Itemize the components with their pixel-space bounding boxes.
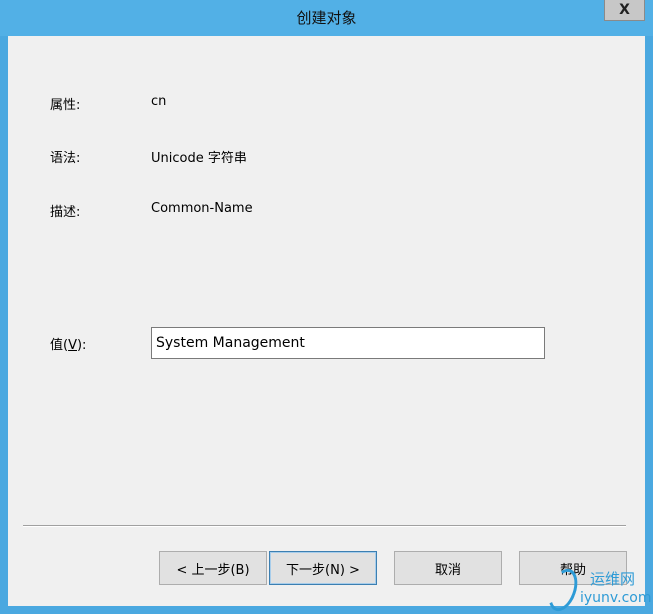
cancel-button[interactable]: 取消 bbox=[394, 551, 502, 585]
value-label-accelerator: V bbox=[68, 338, 77, 353]
description-value: Common-Name bbox=[151, 201, 253, 216]
back-button[interactable]: < 上一步(B) bbox=[159, 551, 267, 585]
description-label: 描述: bbox=[50, 205, 81, 220]
syntax-value: Unicode 字符串 bbox=[151, 151, 247, 166]
next-button[interactable]: 下一步(N) > bbox=[269, 551, 377, 585]
attribute-label: 属性: bbox=[50, 98, 81, 113]
syntax-label: 语法: bbox=[50, 151, 81, 166]
watermark-name: 运维网 bbox=[590, 570, 636, 588]
watermark-url: iyunv.com bbox=[580, 590, 652, 606]
dialog-body: 属性: cn 语法: Unicode 字符串 描述: Common-Name 值… bbox=[8, 36, 645, 606]
value-input[interactable] bbox=[151, 327, 545, 359]
value-label-suffix: ): bbox=[76, 338, 87, 353]
watermark-logo-icon bbox=[543, 564, 583, 615]
title-bar[interactable]: 创建对象 X bbox=[0, 0, 653, 36]
site-watermark: 运维网 iyunv.com bbox=[543, 560, 653, 615]
dialog-window: 创建对象 X 属性: cn 语法: Unicode 字符串 描述: Common… bbox=[0, 0, 653, 615]
close-button[interactable]: X bbox=[604, 0, 645, 21]
value-label-prefix: 值( bbox=[50, 338, 69, 353]
window-title: 创建对象 bbox=[296, 9, 357, 27]
value-label: 值(V): bbox=[50, 334, 86, 353]
attribute-value: cn bbox=[151, 94, 167, 109]
close-icon: X bbox=[619, 2, 630, 18]
separator-line bbox=[23, 525, 626, 527]
